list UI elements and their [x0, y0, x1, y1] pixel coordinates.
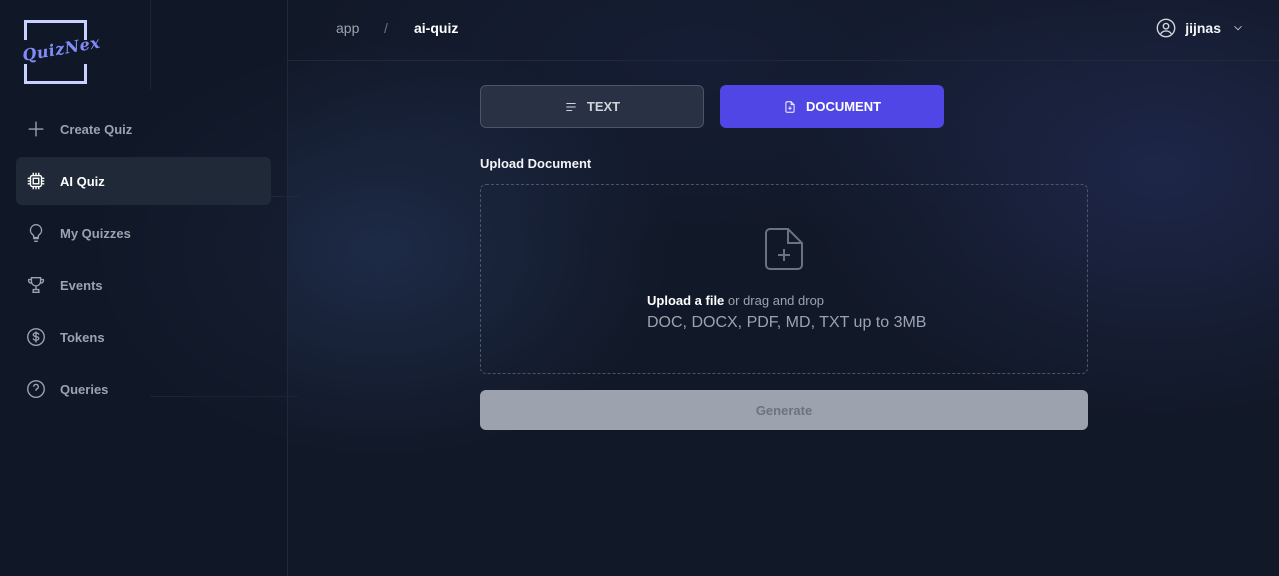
- sidebar-item-label: Tokens: [60, 329, 105, 345]
- upload-document-label: Upload Document: [480, 156, 592, 171]
- chevron-down-icon: [1234, 25, 1242, 31]
- sidebar-item-create-quiz[interactable]: Create Quiz: [16, 105, 271, 153]
- drag-drop-text: or drag and drop: [724, 293, 825, 308]
- document-plus-icon: [785, 100, 795, 113]
- sidebar-item-tokens[interactable]: Tokens: [16, 313, 271, 361]
- sidebar-item-events[interactable]: Events: [16, 261, 271, 309]
- breadcrumb-current: ai-quiz: [414, 20, 459, 36]
- sidebar-item-label: Events: [60, 277, 103, 293]
- sidebar-nav: Create Quiz AI Quiz My Quizzes Events To…: [16, 105, 271, 417]
- breadcrumb-root[interactable]: app: [336, 20, 359, 36]
- generate-button[interactable]: Generate: [480, 390, 1088, 430]
- sidebar-item-my-quizzes[interactable]: My Quizzes: [16, 209, 271, 257]
- sidebar-item-label: Queries: [60, 381, 109, 397]
- sidebar-item-label: AI Quiz: [60, 173, 105, 189]
- cpu-chip-icon: [24, 169, 48, 193]
- tab-document-label: DOCUMENT: [805, 99, 882, 114]
- trophy-icon: [24, 273, 48, 297]
- user-circle-icon: [1156, 18, 1176, 38]
- plus-icon: [24, 117, 48, 141]
- question-circle-icon: [24, 377, 48, 401]
- text-lines-icon: [566, 102, 576, 111]
- sidebar-item-label: My Quizzes: [60, 225, 131, 241]
- file-dropzone[interactable]: Upload a file or drag and drop DOC, DOCX…: [480, 184, 1088, 374]
- tab-text[interactable]: TEXT: [480, 85, 704, 128]
- tab-document[interactable]: DOCUMENT: [720, 85, 944, 128]
- user-menu[interactable]: jijnas: [1155, 17, 1245, 39]
- upload-file-link[interactable]: Upload a file: [647, 293, 724, 308]
- user-name: jijnas: [1185, 20, 1221, 36]
- breadcrumb-separator: /: [384, 20, 388, 36]
- file-plus-icon: [764, 227, 804, 276]
- lightbulb-icon: [24, 221, 48, 245]
- accepted-formats: DOC, DOCX, PDF, MD, TXT up to 3MB: [647, 314, 927, 331]
- top-bar: app / ai-quiz jijnas: [288, 0, 1279, 61]
- dollar-circle-icon: [24, 325, 48, 349]
- sidebar-item-ai-quiz[interactable]: AI Quiz: [16, 157, 271, 205]
- tab-text-label: TEXT: [586, 99, 621, 114]
- sidebar-item-queries[interactable]: Queries: [16, 365, 271, 413]
- sidebar: QuizNex Create Quiz AI Quiz My Quizzes E…: [0, 0, 300, 576]
- sidebar-item-label: Create Quiz: [60, 121, 133, 137]
- upload-instructions: Upload a file or drag and drop: [647, 293, 824, 308]
- quiznex-logo[interactable]: QuizNex: [21, 20, 102, 84]
